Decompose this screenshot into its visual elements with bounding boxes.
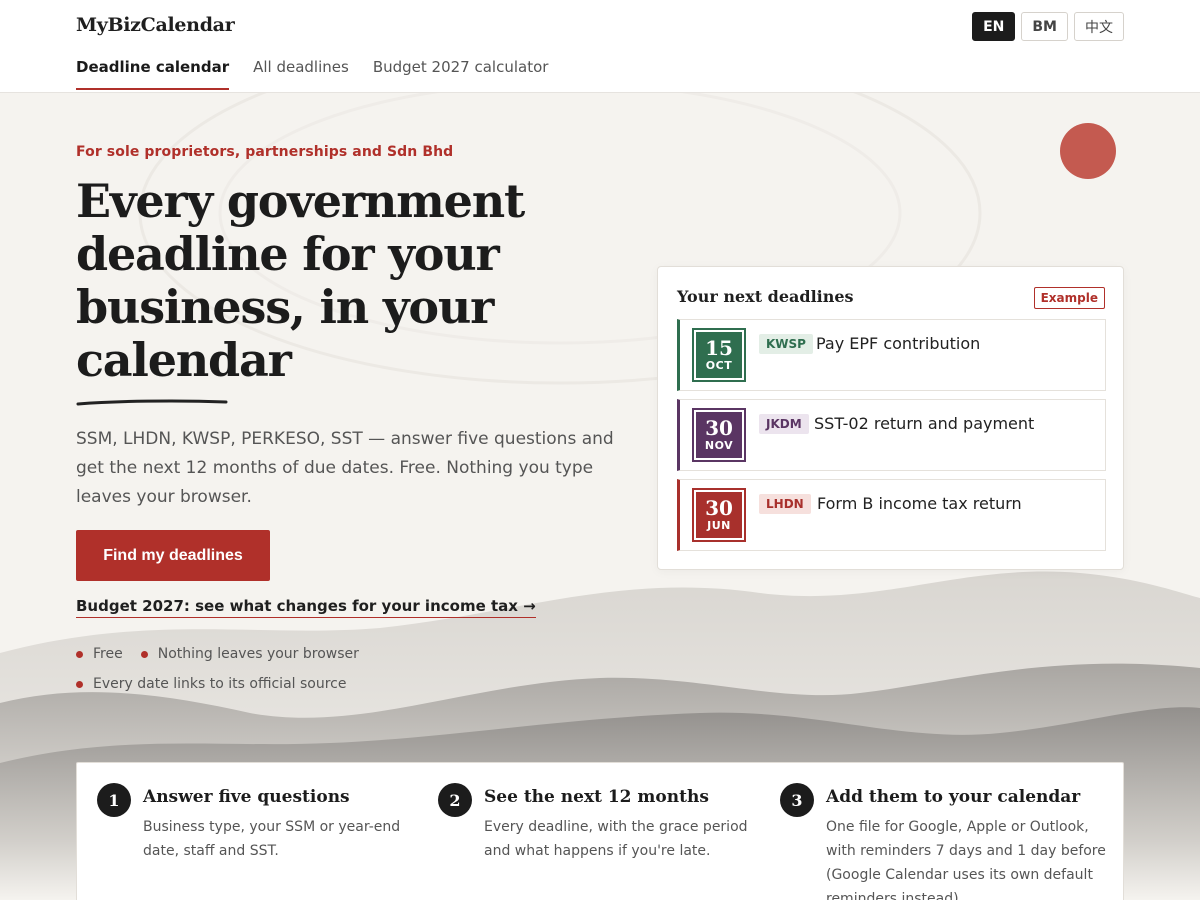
bullet-dot-icon [76,680,83,688]
language-zh-button[interactable]: 中文 [1074,12,1124,41]
bullet-item: Free [76,645,123,663]
deadline-row-jkdm[interactable]: 30 NOV JKDM SST-02 return and payment [677,399,1106,471]
language-switcher: EN BM 中文 [972,12,1124,41]
language-en-button[interactable]: EN [972,12,1016,41]
feature-bullets: Free Nothing leaves your browser Every d… [76,645,416,693]
deadline-row-lhdn[interactable]: 30 JUN LHDN Form B income tax return [677,479,1106,551]
find-deadlines-button[interactable]: Find my deadlines [76,530,270,581]
hero-lead: SSM, LHDN, KWSP, PERKESO, SST — answer f… [76,429,614,507]
tab-budget-calculator[interactable]: Budget 2027 calculator [373,58,549,90]
how-it-works-steps: 1 Answer five questions Business type, y… [76,762,1124,900]
step-number-badge: 1 [97,783,131,817]
language-bm-button[interactable]: BM [1021,12,1068,41]
bullet-dot-icon [140,650,148,658]
hero-kicker: For sole proprietors, partnerships and S… [76,144,454,160]
example-badge: Example [1033,287,1105,309]
hero-headline: Every government deadline for your busin… [76,174,525,387]
step-number-badge: 2 [438,783,472,817]
tab-all-deadlines[interactable]: All deadlines [253,58,349,90]
date-box: 30 JUN [692,488,746,542]
step-title: Answer five questions [143,787,350,807]
date-box: 15 OCT [692,328,746,382]
next-deadlines-card: Your next deadlines Example 15 OCT KWSP … [657,266,1124,570]
step-title: Add them to your calendar [826,787,1081,807]
deadlines-card-title: Your next deadlines [677,287,854,306]
tab-deadline-calendar[interactable]: Deadline calendar [76,58,230,90]
agency-tag: LHDN [759,494,811,514]
deadline-text: Pay EPF contribution [816,334,981,353]
bullet-dot-icon [76,650,83,658]
step-description: One file for Google, Apple or Outlook, w… [826,819,1106,900]
brand-logo[interactable]: MyBizCalendar [76,14,235,36]
red-sun-decoration [1060,123,1116,179]
main-nav: Deadline calendar All deadlines Budget 2… [76,58,548,90]
step-title: See the next 12 months [484,787,709,807]
deadline-text: SST-02 return and payment [814,414,1035,433]
budget-2027-link[interactable]: Budget 2027: see what changes for your i… [76,597,536,618]
step-number-badge: 3 [780,783,814,817]
date-box: 30 NOV [692,408,746,462]
agency-tag: KWSP [759,334,813,354]
bullet-item: Nothing leaves your browser [140,645,359,663]
bullet-item: Every date links to its official source [76,675,346,693]
step-description: Business type, your SSM or year-end date… [143,819,401,859]
top-bar: MyBizCalendar EN BM 中文 Deadline calendar… [0,0,1200,93]
deadline-text: Form B income tax return [817,494,1022,513]
step-description: Every deadline, with the grace period an… [484,819,748,859]
brush-stroke-underline [76,399,228,406]
deadline-row-kwsp[interactable]: 15 OCT KWSP Pay EPF contribution [677,319,1106,391]
agency-tag: JKDM [759,414,809,434]
